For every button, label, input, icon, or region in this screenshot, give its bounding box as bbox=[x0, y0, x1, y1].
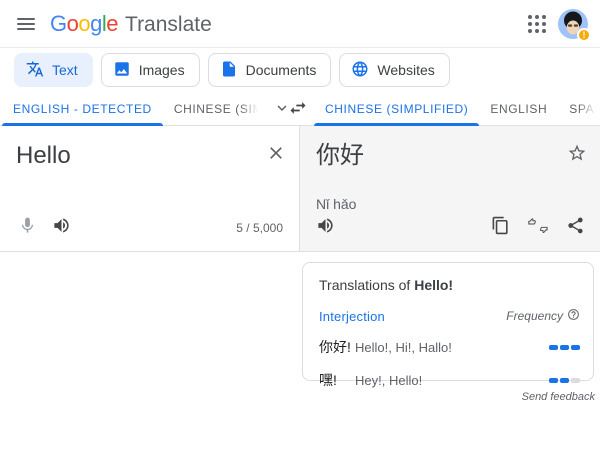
swap-arrows-icon bbox=[288, 98, 308, 121]
character-counter: 5 / 5,000 bbox=[236, 221, 283, 235]
target-lang-chinese-simplified[interactable]: CHINESE (SIMPLIFIED) bbox=[314, 92, 479, 126]
title-prefix: Translations of bbox=[319, 277, 410, 293]
google-apps-icon[interactable] bbox=[528, 15, 546, 33]
language-bar: ENGLISH - DETECTED CHINESE (SIMPLIFIED) … bbox=[0, 92, 600, 126]
source-text-input[interactable]: Hello bbox=[16, 141, 71, 171]
source-lang-english-detected[interactable]: ENGLISH - DETECTED bbox=[2, 92, 163, 126]
translation-term: 嘿! bbox=[319, 370, 355, 390]
logo-product-name: Translate bbox=[125, 13, 212, 37]
translate-mode-tabs: Text Images Documents Websites bbox=[14, 53, 450, 87]
swap-languages-button[interactable] bbox=[286, 99, 310, 119]
avatar-alert-badge: ! bbox=[577, 28, 591, 42]
translate-icon bbox=[26, 60, 44, 81]
part-of-speech-label: Interjection bbox=[319, 309, 385, 324]
listen-source-button[interactable] bbox=[52, 216, 71, 240]
speaker-icon bbox=[52, 216, 71, 240]
google-translate-app: G o o g l e Translate ! bbox=[0, 0, 600, 450]
translation-row[interactable]: 你好! Hello!, Hi!, Hallo! bbox=[319, 337, 580, 357]
translation-actions bbox=[491, 216, 585, 240]
share-translation-button[interactable] bbox=[566, 216, 585, 240]
lang-tab-label: ENGLISH - DETECTED bbox=[13, 102, 152, 116]
frequency-bars bbox=[549, 378, 580, 383]
transliteration: Nǐ hǎo bbox=[316, 196, 356, 212]
part-of-speech-row: Interjection Frequency bbox=[319, 308, 580, 324]
translation-term: 你好! bbox=[319, 337, 355, 357]
logo-letter: G bbox=[50, 11, 67, 37]
top-app-bar: G o o g l e Translate ! bbox=[0, 0, 600, 48]
tab-label: Images bbox=[139, 62, 185, 78]
listen-translation-button[interactable] bbox=[316, 216, 335, 240]
send-feedback-link[interactable]: Send feedback bbox=[522, 391, 595, 403]
tab-text[interactable]: Text bbox=[14, 53, 93, 87]
source-panel: Hello 5 / 5,000 bbox=[0, 126, 300, 251]
logo-letter: o bbox=[78, 11, 90, 37]
source-lang-chinese[interactable]: CHINESE (SIMPLIFIED) bbox=[163, 92, 269, 126]
lang-tab-label: CHINESE (SIMPLIFIED) bbox=[174, 102, 258, 116]
microphone-button[interactable] bbox=[18, 216, 37, 240]
lang-tab-label: SPANISH bbox=[569, 102, 596, 116]
target-panel: 你好 Nǐ hǎo bbox=[300, 126, 600, 251]
translations-card: Translations of Hello! Interjection Freq… bbox=[302, 262, 594, 381]
source-language-tabs: ENGLISH - DETECTED CHINESE (SIMPLIFIED) bbox=[2, 92, 295, 126]
frequency-label: Frequency bbox=[506, 309, 563, 323]
tab-websites[interactable]: Websites bbox=[339, 53, 449, 87]
target-language-tabs: CHINESE (SIMPLIFIED) ENGLISH SPANISH bbox=[314, 92, 600, 126]
title-word: Hello! bbox=[414, 277, 453, 293]
tab-images[interactable]: Images bbox=[101, 53, 200, 87]
help-icon[interactable] bbox=[567, 308, 580, 324]
clear-source-text-button[interactable] bbox=[266, 143, 286, 168]
save-translation-button[interactable] bbox=[567, 143, 587, 168]
google-translate-logo[interactable]: G o o g l e Translate bbox=[50, 11, 212, 37]
translation-glosses: Hello!, Hi!, Hallo! bbox=[355, 340, 549, 355]
tab-label: Websites bbox=[377, 62, 434, 78]
globe-icon bbox=[351, 60, 369, 81]
frequency-header: Frequency bbox=[506, 308, 580, 324]
lang-tab-label: CHINESE (SIMPLIFIED) bbox=[325, 102, 468, 116]
avatar[interactable]: ! bbox=[558, 9, 588, 39]
copy-icon bbox=[491, 216, 510, 240]
thumbs-up-down-icon bbox=[527, 216, 549, 240]
tab-label: Documents bbox=[246, 62, 317, 78]
logo-letter: o bbox=[67, 11, 79, 37]
lang-tab-label: ENGLISH bbox=[490, 102, 547, 116]
translation-glosses: Hey!, Hello! bbox=[355, 373, 549, 388]
translate-box: Hello 5 / 5,000 你好 bbox=[0, 126, 600, 252]
copy-translation-button[interactable] bbox=[491, 216, 510, 240]
tab-documents[interactable]: Documents bbox=[208, 53, 332, 87]
microphone-icon bbox=[18, 216, 37, 240]
frequency-bars bbox=[549, 345, 580, 350]
star-icon bbox=[567, 143, 587, 168]
hamburger-menu-icon[interactable] bbox=[17, 18, 35, 30]
logo-letter: e bbox=[106, 11, 118, 37]
speaker-icon bbox=[316, 216, 335, 240]
share-icon bbox=[566, 216, 585, 240]
image-icon bbox=[113, 60, 131, 81]
translated-text: 你好 bbox=[316, 141, 364, 171]
tab-label: Text bbox=[52, 62, 78, 78]
rate-translation-button[interactable] bbox=[527, 216, 549, 240]
translation-row[interactable]: 嘿! Hey!, Hello! bbox=[319, 370, 580, 390]
logo-letter: g bbox=[90, 11, 102, 37]
header-actions: ! bbox=[528, 9, 588, 39]
target-lang-english[interactable]: ENGLISH bbox=[479, 92, 558, 126]
target-lang-spanish[interactable]: SPANISH bbox=[558, 92, 600, 126]
document-icon bbox=[220, 60, 238, 81]
translations-card-title: Translations of Hello! bbox=[319, 277, 580, 293]
close-icon bbox=[266, 143, 286, 168]
